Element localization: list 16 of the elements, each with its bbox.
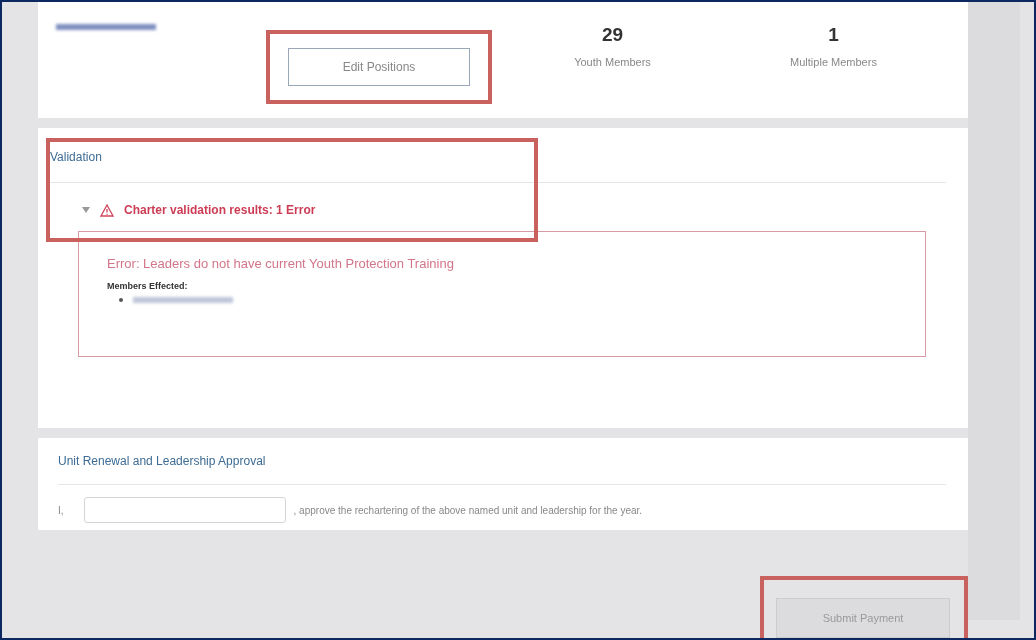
section-title: Unit Renewal and Leadership Approval: [58, 453, 267, 468]
section-title: Validation: [50, 149, 103, 164]
approval-statement: , approve the rechartering of the above named unit and leadership for the year.: [293, 504, 643, 516]
bullet-icon: [119, 298, 123, 302]
stat-value: 29: [601, 24, 624, 46]
error-message: Error: Leaders do not have current Youth Protection Training: [107, 256, 455, 271]
members-label: Members Effected:: [107, 281, 189, 291]
name-input-field[interactable]: [83, 497, 286, 523]
caret-icon: [82, 207, 90, 213]
stat-value: 1: [828, 24, 839, 46]
warning-icon: [100, 203, 114, 217]
edit-positions-button[interactable]: Edit Positions: [288, 48, 470, 86]
statement-prefix: I,: [58, 504, 64, 516]
stat-label: Multiple Members: [790, 56, 877, 68]
validation-summary-toggle[interactable]: Charter validation results: 1 Error: [50, 183, 946, 217]
stat-label: Youth Members: [574, 56, 651, 68]
